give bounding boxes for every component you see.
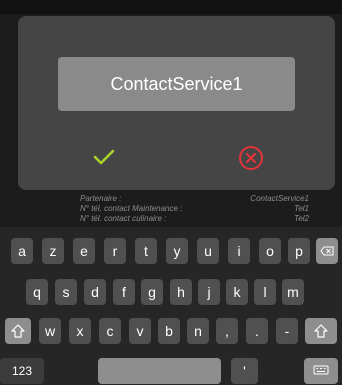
form-value: ContactService1 — [250, 194, 309, 203]
form-label: N° tél. contact Maintenance : — [80, 204, 183, 213]
hide-keyboard-key[interactable] — [304, 358, 338, 384]
key-comma[interactable]: , — [216, 318, 238, 344]
key-i[interactable]: i — [228, 238, 250, 264]
key-x[interactable]: x — [69, 318, 91, 344]
key-label: j — [207, 284, 211, 300]
key-c[interactable]: c — [99, 318, 121, 344]
key-label: a — [18, 243, 26, 259]
key-q[interactable]: q — [26, 279, 48, 305]
key-label: r — [112, 243, 118, 259]
form-row-culinaire: N° tél. contact culinaire : Tel2 — [0, 214, 342, 222]
confirm-button[interactable] — [89, 144, 119, 170]
key-a[interactable]: a — [11, 238, 33, 264]
key-label: e — [80, 243, 88, 259]
key-label: l — [263, 284, 267, 300]
key-label: k — [233, 284, 241, 300]
form-value: Tel2 — [294, 214, 309, 222]
key-period[interactable]: . — [246, 318, 268, 344]
form-value: Tel1 — [294, 204, 309, 213]
check-icon — [93, 149, 115, 165]
key-label: h — [177, 284, 185, 300]
key-v[interactable]: v — [129, 318, 151, 344]
key-label: u — [204, 243, 212, 259]
key-z[interactable]: z — [42, 238, 64, 264]
key-apostrophe[interactable]: ' — [231, 358, 258, 384]
form-label: N° tél. contact culinaire : — [80, 214, 167, 222]
shift-icon — [11, 324, 25, 338]
key-label: x — [76, 323, 84, 339]
key-b[interactable]: b — [158, 318, 180, 344]
key-label: o — [266, 243, 274, 259]
text-input[interactable]: ContactService1 — [58, 57, 295, 111]
key-label: i — [237, 243, 241, 259]
key-label: p — [295, 243, 303, 259]
key-u[interactable]: u — [197, 238, 219, 264]
backspace-key[interactable] — [316, 238, 338, 264]
key-label: n — [194, 323, 202, 339]
key-g[interactable]: g — [141, 279, 163, 305]
key-r[interactable]: r — [104, 238, 126, 264]
input-value: ContactService1 — [110, 73, 243, 94]
backspace-icon — [320, 246, 334, 256]
shift-icon — [314, 324, 328, 338]
key-label: b — [165, 323, 173, 339]
key-s[interactable]: s — [55, 279, 77, 305]
key-label: 123 — [11, 364, 33, 378]
key-label: c — [106, 323, 114, 339]
key-label: d — [91, 284, 99, 300]
key-w[interactable]: w — [39, 318, 61, 344]
key-label: ' — [243, 363, 246, 379]
key-label: w — [44, 323, 56, 339]
key-label: m — [287, 284, 299, 300]
shift-key-right[interactable] — [305, 318, 337, 344]
key-d[interactable]: d — [84, 279, 106, 305]
key-label: f — [122, 284, 126, 300]
numbers-key[interactable]: 123 — [0, 358, 44, 384]
space-key[interactable] — [98, 358, 221, 384]
edit-dialog: ContactService1 — [18, 16, 335, 190]
shift-key-left[interactable] — [5, 318, 31, 344]
key-label: z — [49, 243, 57, 259]
key-label: q — [33, 284, 41, 300]
key-t[interactable]: t — [135, 238, 157, 264]
key-label: . — [255, 323, 259, 339]
key-l[interactable]: l — [254, 279, 276, 305]
key-m[interactable]: m — [282, 279, 304, 305]
key-label: - — [284, 323, 290, 339]
form-label: Partenaire : — [80, 194, 122, 203]
key-label: v — [136, 323, 144, 339]
close-circle-icon — [239, 146, 263, 170]
key-f[interactable]: f — [113, 279, 135, 305]
key-k[interactable]: k — [226, 279, 248, 305]
key-label: y — [173, 243, 181, 259]
key-label: s — [62, 284, 70, 300]
key-y[interactable]: y — [166, 238, 188, 264]
key-p[interactable]: p — [288, 238, 310, 264]
key-label: t — [144, 243, 148, 259]
key-e[interactable]: e — [73, 238, 95, 264]
key-n[interactable]: n — [187, 318, 209, 344]
keyboard-hide-icon — [313, 365, 329, 375]
key-hyphen[interactable]: - — [276, 318, 298, 344]
key-h[interactable]: h — [170, 279, 192, 305]
key-label: g — [148, 284, 156, 300]
key-label: , — [225, 323, 229, 339]
key-j[interactable]: j — [198, 279, 220, 305]
key-o[interactable]: o — [259, 238, 281, 264]
cancel-button[interactable] — [236, 143, 266, 173]
status-strip — [0, 0, 342, 14]
